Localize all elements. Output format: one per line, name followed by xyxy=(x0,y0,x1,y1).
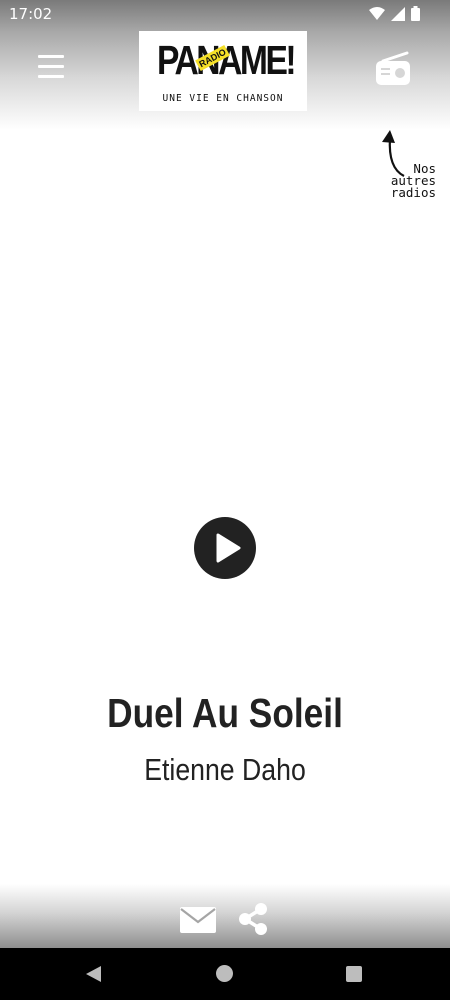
radio-button[interactable] xyxy=(374,50,412,88)
hamburger-menu-icon-bar xyxy=(38,65,64,68)
battery-icon xyxy=(411,6,420,21)
footer-gradient xyxy=(0,884,450,948)
recents-square-icon[interactable] xyxy=(346,966,362,982)
status-time: 17:02 xyxy=(9,5,53,23)
paname-logo: PANAME! RADIO UNE VIE EN CHANSON xyxy=(139,31,307,111)
system-nav-bar xyxy=(0,948,450,1000)
logo-name: PANAME! xyxy=(157,37,297,83)
other-radios-label: Nos autres radios xyxy=(378,162,436,200)
back-triangle-icon xyxy=(86,966,101,982)
radio-icon xyxy=(376,51,410,85)
logo-tagline: UNE VIE EN CHANSON xyxy=(162,93,284,104)
hamburger-menu-icon xyxy=(38,55,64,58)
status-bar: 17:02 xyxy=(0,0,450,28)
signal-icon xyxy=(391,6,405,21)
home-circle-icon[interactable] xyxy=(216,965,233,982)
play-icon xyxy=(216,533,241,563)
share-icon xyxy=(239,903,267,935)
other-radios-link[interactable]: Nos autres radios xyxy=(378,128,438,208)
status-icons xyxy=(369,6,420,21)
mail-button[interactable] xyxy=(180,905,216,933)
other-radios-line3: radios xyxy=(390,185,436,200)
share-button[interactable] xyxy=(236,902,270,936)
play-button[interactable] xyxy=(194,517,256,579)
mail-icon xyxy=(180,907,216,933)
song-artist: Etienne Daho xyxy=(144,752,306,787)
menu-button[interactable] xyxy=(38,55,70,83)
app-screen: 17:02 PANAME! RADIO UNE VIE EN CHANSON N… xyxy=(0,0,450,1000)
hamburger-menu-icon-bar xyxy=(38,75,64,78)
wifi-icon xyxy=(369,6,385,20)
song-title: Duel Au Soleil xyxy=(107,690,343,736)
nav-back-button[interactable] xyxy=(84,964,104,984)
